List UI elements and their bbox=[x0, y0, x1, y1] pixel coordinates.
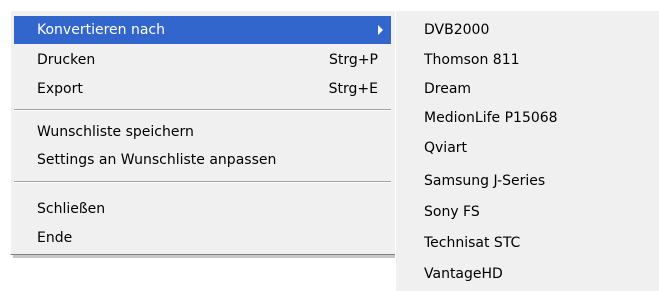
menu-item-export[interactable]: Export Strg+E bbox=[14, 75, 391, 103]
menu-separator bbox=[14, 109, 391, 111]
shortcut-label: Strg+E bbox=[328, 81, 378, 97]
menu-item-convert-to[interactable]: Konvertieren nach bbox=[14, 16, 391, 44]
menu-item-label: MedionLife P15068 bbox=[424, 110, 558, 126]
submenu-arrow-icon bbox=[378, 25, 383, 35]
menu-item-label: Konvertieren nach bbox=[37, 22, 165, 38]
menu-item-label: Wunschliste speichern bbox=[37, 124, 194, 140]
menu-item-close[interactable]: Schließen bbox=[14, 195, 391, 223]
menu-item-label: Sony FS bbox=[424, 204, 480, 220]
submenu-item-dvb2000[interactable]: DVB2000 bbox=[399, 16, 655, 44]
menu-item-label: Export bbox=[37, 81, 83, 97]
submenu-item-thomson-811[interactable]: Thomson 811 bbox=[399, 46, 655, 74]
menu-item-label: Dream bbox=[424, 81, 472, 97]
menu-item-label: Ende bbox=[37, 230, 73, 246]
submenu-convert: DVB2000 Thomson 811 Dream MedionLife P15… bbox=[395, 10, 659, 291]
context-menu: Konvertieren nach Drucken Strg+P Export … bbox=[10, 10, 397, 255]
menu-item-save-wishlist[interactable]: Wunschliste speichern bbox=[14, 118, 391, 146]
menu-item-label: Thomson 811 bbox=[424, 52, 520, 68]
submenu-item-dream[interactable]: Dream bbox=[399, 75, 655, 103]
submenu-item-vantagehd[interactable]: VantageHD bbox=[399, 260, 655, 288]
submenu-item-medionlife-p15068[interactable]: MedionLife P15068 bbox=[399, 104, 655, 132]
submenu-item-technisat-stc[interactable]: Technisat STC bbox=[399, 229, 655, 257]
menu-item-label: Samsung J-Series bbox=[424, 173, 546, 189]
menu-separator bbox=[14, 181, 391, 183]
menu-item-label: Drucken bbox=[37, 52, 96, 68]
menu-item-label: Settings an Wunschliste anpassen bbox=[37, 152, 277, 168]
submenu-item-qviart[interactable]: Qviart bbox=[399, 134, 655, 162]
menu-item-adjust-settings[interactable]: Settings an Wunschliste anpassen bbox=[14, 146, 391, 174]
menu-item-label: VantageHD bbox=[424, 266, 503, 282]
menu-item-label: Technisat STC bbox=[424, 235, 521, 251]
menu-item-label: DVB2000 bbox=[424, 22, 490, 38]
menu-item-label: Qviart bbox=[424, 140, 468, 156]
submenu-item-sony-fs[interactable]: Sony FS bbox=[399, 198, 655, 226]
shortcut-label: Strg+P bbox=[329, 52, 378, 68]
menu-item-print[interactable]: Drucken Strg+P bbox=[14, 46, 391, 74]
submenu-item-samsung-j-series[interactable]: Samsung J-Series bbox=[399, 167, 655, 195]
menu-item-exit[interactable]: Ende bbox=[14, 224, 391, 252]
menu-item-label: Schließen bbox=[37, 201, 106, 217]
